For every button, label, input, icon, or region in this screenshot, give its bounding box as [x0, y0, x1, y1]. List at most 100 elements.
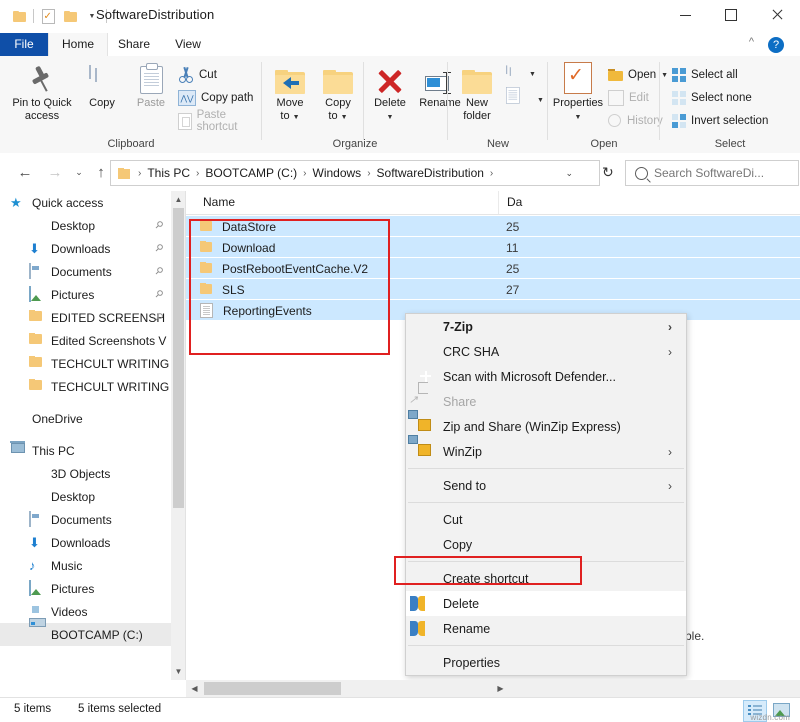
qat-folder-icon[interactable]	[8, 5, 30, 27]
delete-caret-icon[interactable]: ▼	[387, 114, 394, 121]
pin-icon[interactable]: ⚲	[152, 242, 165, 255]
sidebar-item-documents[interactable]: Documents⚲	[0, 260, 171, 283]
navigation-pane[interactable]: ★Quick accessDesktop⚲⬇Downloads⚲Document…	[0, 191, 171, 680]
new-item-caret-icon[interactable]: ▼	[529, 71, 536, 78]
table-row[interactable]: DataStore25	[186, 216, 800, 237]
menu-item-properties[interactable]: Properties	[406, 650, 686, 675]
menu-item-send-to[interactable]: Send to›	[406, 473, 686, 498]
invert-selection-button[interactable]: Invert selection	[672, 110, 768, 132]
back-button[interactable]: ←	[14, 162, 36, 182]
sidebar-item-desktop[interactable]: Desktop⚲	[0, 214, 171, 237]
menu-item-crc-sha[interactable]: CRC SHA›	[406, 339, 686, 364]
tab-home[interactable]: Home	[48, 33, 108, 56]
cut-button[interactable]: Cut	[178, 64, 217, 86]
breadcrumb-sep-2[interactable]: ›	[299, 168, 310, 179]
forward-button[interactable]: →	[44, 162, 66, 182]
sidebar-item-documents[interactable]: Documents	[0, 508, 171, 531]
pin-icon[interactable]: ⚲	[152, 219, 165, 232]
move-to-caret-icon[interactable]: ▼	[293, 114, 300, 121]
select-all-button[interactable]: Select all	[672, 64, 738, 86]
menu-item-copy[interactable]: Copy	[406, 532, 686, 557]
sidebar-item-edited-screensh[interactable]: EDITED SCREENSH⚲	[0, 306, 171, 329]
sidebar-item-music[interactable]: ♪Music	[0, 554, 171, 577]
table-row[interactable]: SLS27	[186, 279, 800, 300]
breadcrumb-item-bootcamp[interactable]: BOOTCAMP (C:)	[203, 166, 299, 180]
pin-to-quick-access-button[interactable]: Pin to Quick access	[6, 60, 78, 123]
copy-to-button[interactable]: Copy to ▼	[314, 60, 362, 124]
context-menu[interactable]: 7-Zip›CRC SHA›Scan with Microsoft Defend…	[405, 313, 687, 676]
menu-item-delete[interactable]: Delete	[406, 591, 686, 616]
qat-new-folder-icon[interactable]	[59, 5, 81, 27]
refresh-button[interactable]: ↻	[602, 164, 614, 181]
sidebar-scroll-up-icon[interactable]: ▲	[171, 191, 186, 208]
sidebar-item-bootcamp-c[interactable]: BOOTCAMP (C:)	[0, 623, 171, 646]
breadcrumb-sep-3[interactable]: ›	[363, 168, 374, 179]
new-item-button[interactable]: ▼	[506, 63, 536, 85]
sidebar-scroll-thumb[interactable]	[173, 208, 184, 508]
sidebar-item-onedrive[interactable]: OneDrive	[0, 407, 171, 430]
pin-icon[interactable]: ⚲	[152, 288, 165, 301]
qat-properties-icon[interactable]: ✓	[37, 5, 59, 27]
breadcrumb-sep-1[interactable]: ›	[192, 168, 203, 179]
sidebar-scrollbar[interactable]: ▲ ▼	[171, 191, 186, 680]
menu-item-7-zip[interactable]: 7-Zip›	[406, 314, 686, 339]
sidebar-item-pictures[interactable]: Pictures	[0, 577, 171, 600]
close-button[interactable]	[754, 0, 800, 30]
paste-shortcut-button[interactable]: Paste shortcut	[178, 110, 262, 132]
new-folder-button[interactable]: New folder	[452, 60, 502, 123]
sidebar-item-this-pc[interactable]: This PC	[0, 439, 171, 462]
sidebar-item-downloads[interactable]: ⬇Downloads	[0, 531, 171, 554]
sidebar-item-techcult-writing[interactable]: TECHCULT WRITING	[0, 352, 171, 375]
easy-access-caret-icon[interactable]: ▼	[537, 97, 544, 104]
properties-button[interactable]: ✓ Properties ▼	[550, 60, 606, 124]
horizontal-scrollbar[interactable]: ◀ ▶	[186, 680, 800, 697]
table-row[interactable]: PostRebootEventCache.V225	[186, 258, 800, 279]
minimize-button[interactable]	[662, 0, 708, 30]
sidebar-item-pictures[interactable]: Pictures⚲	[0, 283, 171, 306]
copy-to-caret-icon[interactable]: ▼	[341, 114, 348, 121]
column-header-name[interactable]: Name	[195, 191, 503, 214]
sidebar-item-videos[interactable]: Videos	[0, 600, 171, 623]
breadcrumb-dropdown-icon[interactable]: ⌄	[565, 168, 573, 179]
copy-path-button[interactable]: ⋀⋁ Copy path	[178, 87, 253, 109]
tab-file[interactable]: File	[0, 33, 48, 56]
easy-access-button[interactable]: ▼	[506, 89, 544, 111]
menu-item-zip-and-share-winzip-express[interactable]: Zip and Share (WinZip Express)	[406, 414, 686, 439]
hscroll-thumb[interactable]	[204, 682, 341, 695]
move-to-button[interactable]: Move to ▼	[266, 60, 314, 124]
history-button[interactable]: History	[608, 110, 663, 132]
sidebar-item-3d-objects[interactable]: 3D Objects	[0, 462, 171, 485]
menu-item-share[interactable]: ↗Share	[406, 389, 686, 414]
breadcrumb-sep-4[interactable]: ›	[486, 168, 497, 179]
copy-button[interactable]: Copy	[78, 60, 126, 110]
breadcrumb[interactable]: › This PC › BOOTCAMP (C:) › Windows › So…	[110, 160, 600, 186]
sidebar-item-quick-access[interactable]: ★Quick access	[0, 191, 171, 214]
breadcrumb-item-windows[interactable]: Windows	[311, 166, 364, 180]
up-button[interactable]: ↑	[90, 162, 112, 182]
tab-share[interactable]: Share	[106, 33, 162, 56]
delete-button[interactable]: Delete ▼	[366, 60, 414, 124]
recent-locations-button[interactable]: ⌄	[68, 162, 90, 182]
breadcrumb-item-this-pc[interactable]: This PC	[145, 166, 192, 180]
menu-item-scan-with-microsoft-defender[interactable]: Scan with Microsoft Defender...	[406, 364, 686, 389]
maximize-button[interactable]	[708, 0, 754, 30]
hscroll-right-icon[interactable]: ▶	[492, 680, 509, 697]
collapse-ribbon-button[interactable]: ^	[749, 36, 754, 48]
search-input[interactable]: Search SoftwareDi...	[654, 166, 764, 180]
tab-view[interactable]: View	[162, 33, 214, 56]
menu-item-create-shortcut[interactable]: Create shortcut	[406, 566, 686, 591]
properties-caret-icon[interactable]: ▼	[575, 114, 582, 121]
sidebar-item-desktop[interactable]: Desktop	[0, 485, 171, 508]
help-icon[interactable]: ?	[768, 37, 784, 53]
menu-item-winzip[interactable]: WinZip›	[406, 439, 686, 464]
column-header-date[interactable]: Da	[498, 191, 567, 214]
breadcrumb-item-softwaredistribution[interactable]: SoftwareDistribution	[375, 166, 486, 180]
menu-item-rename[interactable]: Rename	[406, 616, 686, 641]
hscroll-left-icon[interactable]: ◀	[186, 680, 203, 697]
table-row[interactable]: Download11	[186, 237, 800, 258]
pin-icon[interactable]: ⚲	[152, 265, 165, 278]
menu-item-cut[interactable]: Cut	[406, 507, 686, 532]
sidebar-item-techcult-writing[interactable]: TECHCULT WRITING	[0, 375, 171, 398]
sidebar-item-downloads[interactable]: ⬇Downloads⚲	[0, 237, 171, 260]
search-box[interactable]: Search SoftwareDi...	[625, 160, 799, 186]
